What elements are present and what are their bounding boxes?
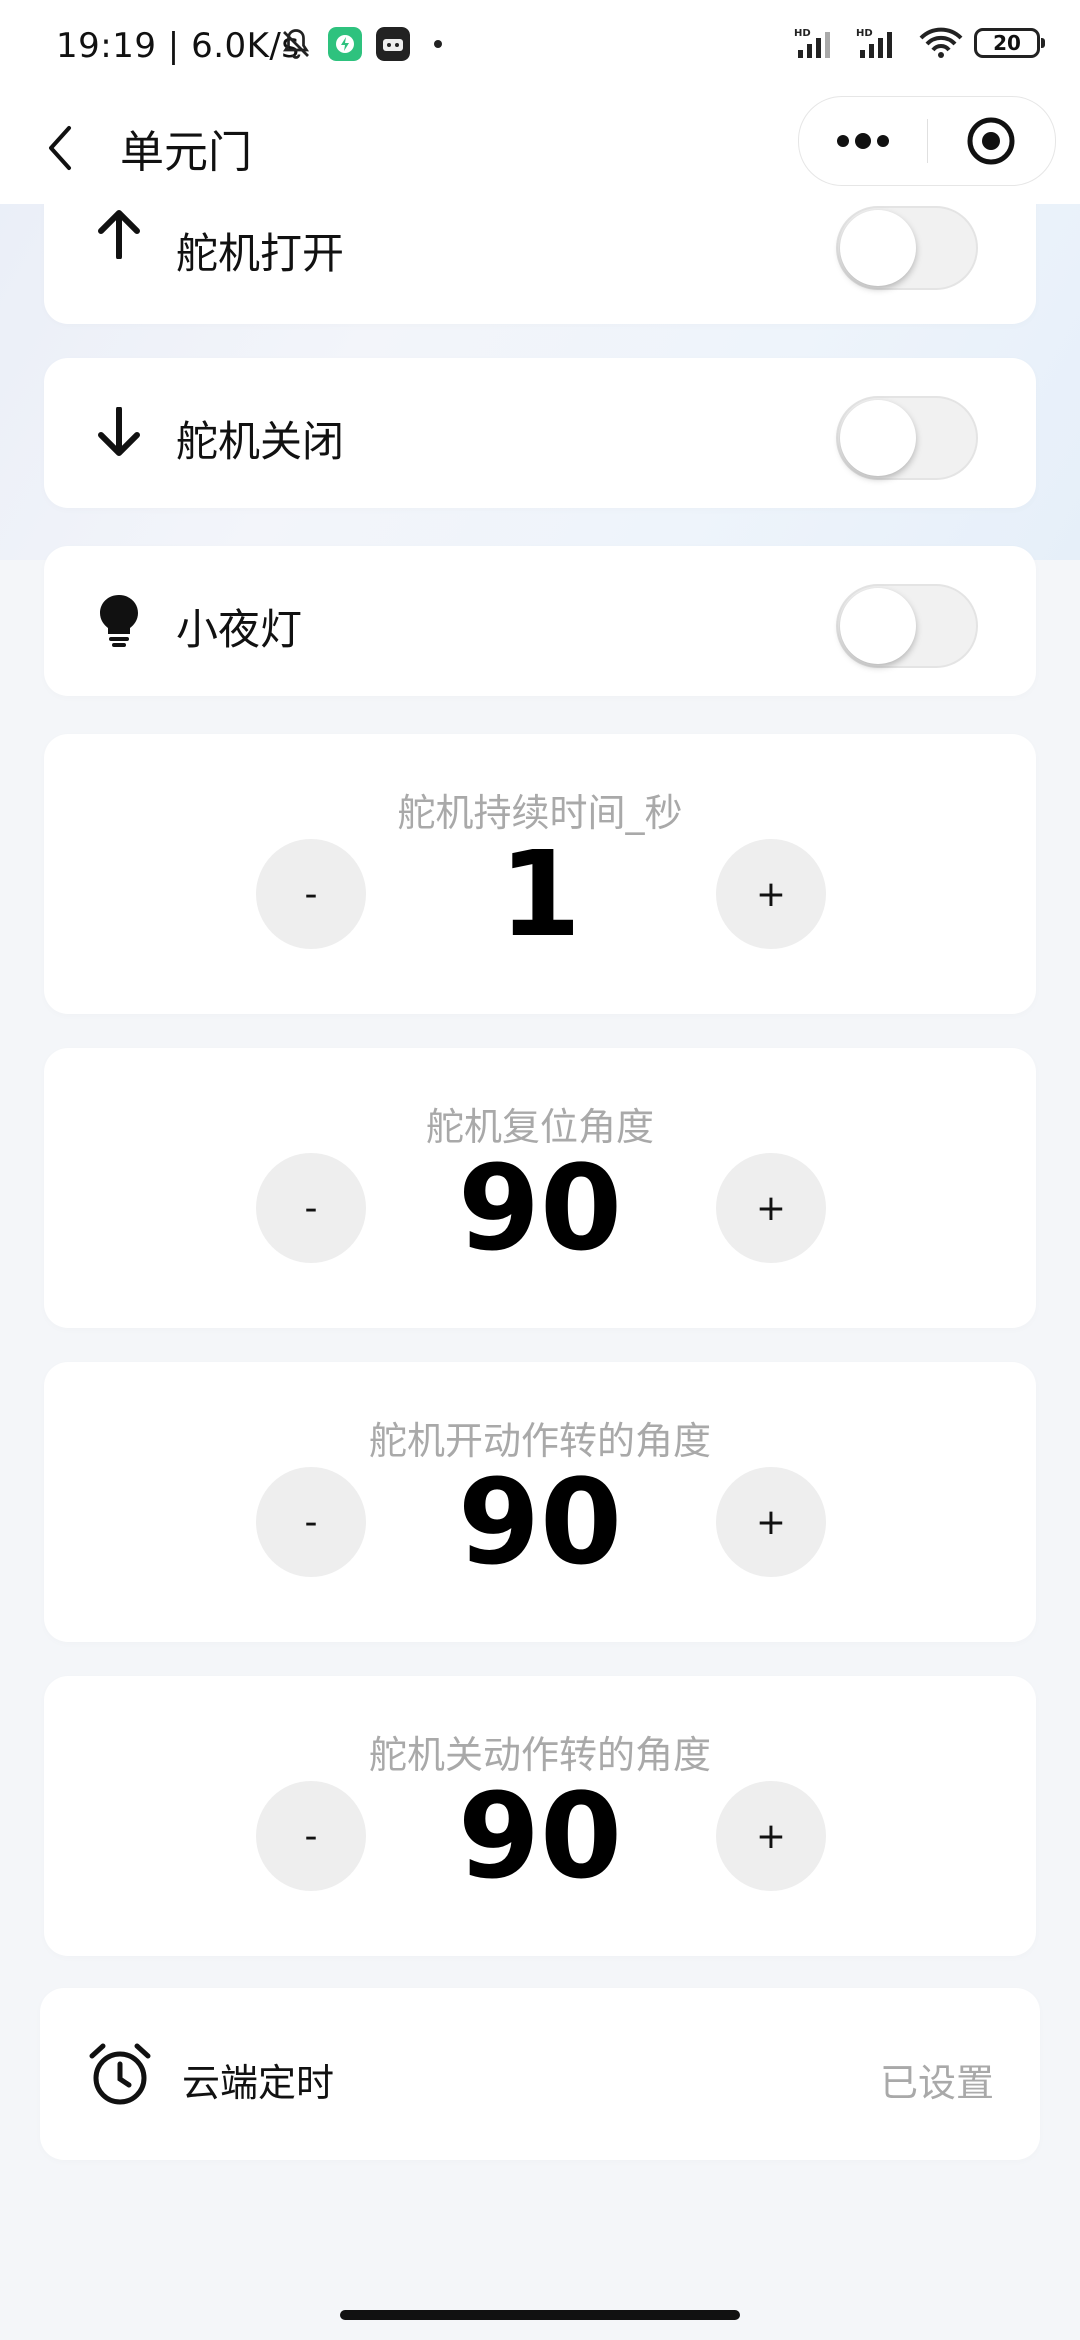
home-indicator[interactable]	[340, 2310, 740, 2320]
more-button[interactable]	[799, 97, 927, 185]
nav-bar: 单元门	[0, 96, 1080, 204]
target-close-icon	[967, 117, 1015, 165]
svg-text:HD: HD	[794, 28, 811, 39]
switch-knob	[840, 400, 916, 476]
stepper-card-reset-angle: 舵机复位角度 - 90 +	[44, 1048, 1036, 1328]
page-title: 单元门	[120, 127, 252, 178]
close-mini-program-button[interactable]	[928, 97, 1056, 185]
toggle-label-servo-open: 舵机打开	[176, 229, 345, 278]
stepper-value: 90	[457, 1453, 623, 1591]
back-button[interactable]	[30, 118, 90, 178]
increment-button[interactable]: +	[716, 1781, 826, 1891]
status-system-icons: HD HD 20	[794, 26, 1045, 60]
arrow-up-icon	[90, 204, 148, 262]
increment-button[interactable]: +	[716, 1153, 826, 1263]
alarm-clock-icon	[89, 2043, 151, 2105]
stepper-card-close-angle: 舵机关动作转的角度 - 90 +	[44, 1676, 1036, 1956]
stepper-card-duration: 舵机持续时间_秒 - 1 +	[44, 734, 1036, 1014]
signal-strength-2-icon: HD	[856, 28, 892, 58]
toggle-card-servo-close: 舵机关闭	[44, 358, 1036, 508]
toggle-card-night-light: 小夜灯	[44, 546, 1036, 696]
status-time: 19:19 | 6.0K/s	[56, 26, 300, 66]
stepper-value: 90	[457, 1139, 623, 1277]
increment-button[interactable]: +	[716, 839, 826, 949]
chevron-left-icon	[49, 126, 71, 170]
signal-strength-icon: HD	[794, 28, 830, 58]
svg-text:HD: HD	[856, 28, 873, 39]
toggle-switch-servo-open[interactable]	[836, 206, 978, 290]
status-notification-icons	[278, 26, 442, 62]
increment-button[interactable]: +	[716, 1467, 826, 1577]
stepper-value: 1	[498, 825, 582, 963]
toggle-label-night-light: 小夜灯	[176, 605, 303, 654]
wifi-icon	[919, 27, 963, 58]
toggle-label-servo-close: 舵机关闭	[176, 417, 345, 466]
mini-program-capsule	[798, 96, 1056, 186]
app-notification-icon	[328, 27, 362, 61]
toggle-switch-servo-close[interactable]	[836, 396, 978, 480]
status-bar: 19:19 | 6.0K/s HD HD 20	[0, 0, 1080, 96]
bulb-icon	[90, 592, 148, 650]
battery-icon: 20	[974, 28, 1045, 58]
stepper-card-open-angle: 舵机开动作转的角度 - 90 +	[44, 1362, 1036, 1642]
game-app-icon	[376, 27, 410, 61]
toggle-switch-night-light[interactable]	[836, 584, 978, 668]
more-notifications-dot	[434, 40, 442, 48]
cloud-timer-label: 云端定时	[182, 2061, 335, 2105]
switch-knob	[840, 588, 916, 664]
cloud-timer-status: 已设置	[879, 2061, 994, 2105]
mute-bell-icon	[282, 29, 310, 59]
arrow-down-icon	[90, 404, 148, 462]
cloud-timer-row[interactable]: 云端定时 已设置	[40, 1988, 1040, 2160]
switch-knob	[840, 210, 916, 286]
more-dots-icon	[836, 133, 889, 149]
stepper-value: 90	[457, 1767, 623, 1905]
